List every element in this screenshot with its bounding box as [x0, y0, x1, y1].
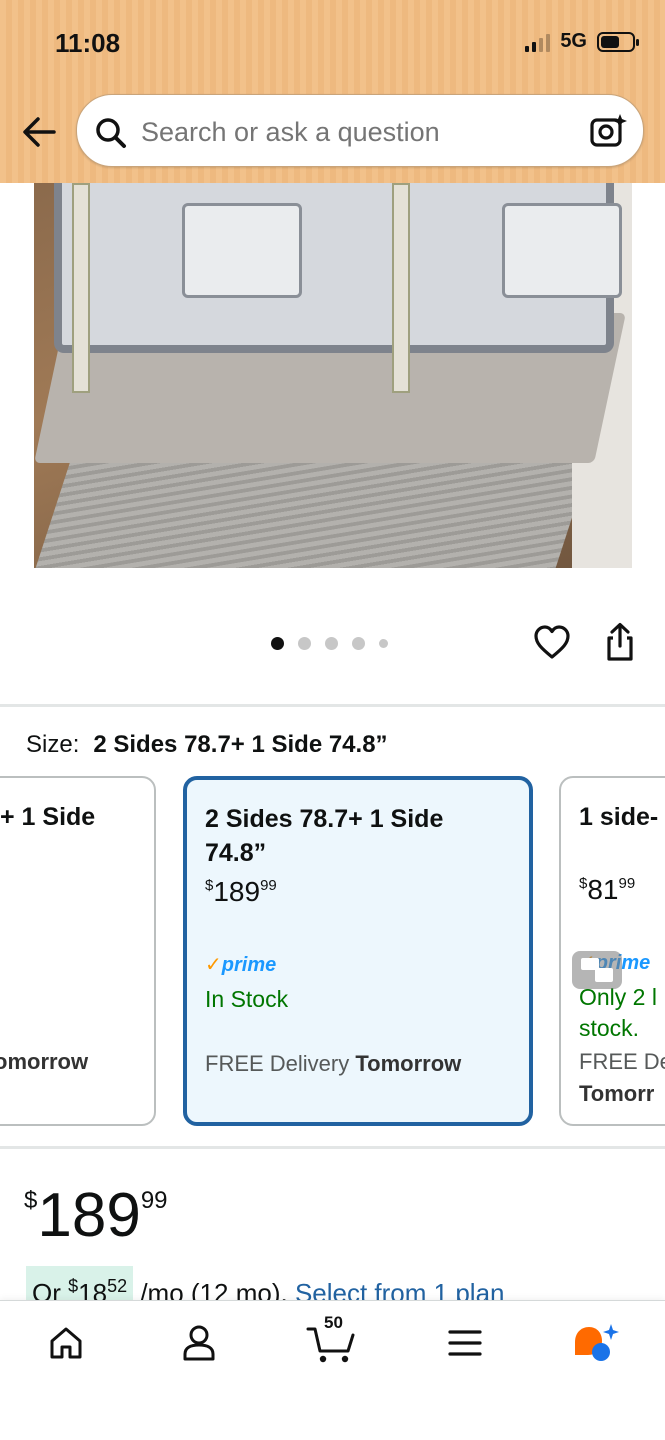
size-option-price: $18999	[205, 876, 277, 907]
search-icon	[96, 118, 126, 148]
carousel-dot[interactable]	[325, 637, 338, 650]
nav-menu[interactable]	[435, 1319, 495, 1367]
top-header: 11:08 5G	[0, 0, 665, 183]
carousel-dot[interactable]	[271, 637, 284, 650]
battery-icon	[597, 31, 639, 52]
carousel-dot[interactable]	[298, 637, 311, 650]
network-type: 5G	[560, 30, 587, 52]
menu-icon	[448, 1330, 482, 1356]
status-time: 11:08	[55, 28, 121, 58]
carousel-dot[interactable]	[352, 637, 365, 650]
size-option-title: 2 Sides 78.7+ 1 Side 74.8”	[205, 805, 444, 867]
share-icon[interactable]	[604, 622, 636, 662]
person-icon	[183, 1325, 215, 1361]
stock-status: Only 2 l stock.	[579, 984, 657, 1041]
status-indicators: 5G	[525, 30, 639, 53]
size-option-title: 1 side-	[579, 803, 659, 831]
bottom-navigation: 50	[0, 1300, 665, 1440]
size-option-title: + 1 Side	[0, 803, 96, 831]
nav-account[interactable]	[169, 1319, 229, 1367]
nav-rufus-assistant[interactable]	[566, 1319, 626, 1367]
image-carousel-dots[interactable]	[271, 637, 388, 650]
heart-icon[interactable]	[533, 624, 571, 660]
section-divider	[0, 1146, 665, 1149]
carousel-dot[interactable]	[379, 639, 388, 648]
delivery-info: FREE Delivery Tomorrow	[205, 1051, 462, 1076]
home-icon	[50, 1327, 82, 1359]
image-bed-rail	[54, 183, 622, 393]
size-option-delivery: omorrow	[0, 1049, 89, 1074]
selected-size: 2 Sides 78.7+ 1 Side 74.8”	[93, 731, 388, 758]
signal-icon	[525, 32, 551, 52]
search-input[interactable]	[141, 117, 571, 148]
prime-check-icon: ✓	[205, 954, 222, 976]
prime-badge: ✓prime	[205, 954, 277, 976]
back-button[interactable]	[20, 114, 60, 150]
cart-count: 50	[324, 1313, 343, 1332]
size-option-price: $8199	[579, 874, 636, 905]
size-option-card-selected[interactable]: 2 Sides 78.7+ 1 Side 74.8” $18999 ✓prime…	[183, 776, 533, 1126]
camera-search-icon[interactable]	[589, 112, 627, 150]
size-option-card[interactable]: + 1 Side omorrow	[0, 776, 156, 1126]
stock-status: In Stock	[205, 986, 289, 1012]
nav-home[interactable]	[36, 1319, 96, 1367]
floating-window-icon[interactable]	[571, 950, 623, 990]
product-price: $18999	[24, 1181, 168, 1250]
nav-cart[interactable]: 50	[302, 1313, 362, 1367]
ai-assistant-icon	[575, 1324, 619, 1361]
section-divider	[0, 704, 665, 707]
back-arrow-icon	[23, 117, 56, 147]
size-label: Size: 2 Sides 78.7+ 1 Side 74.8”	[26, 731, 388, 758]
search-bar[interactable]	[76, 94, 644, 167]
product-image[interactable]	[34, 183, 632, 568]
delivery-info: FREE De Tomorr	[579, 1049, 665, 1106]
